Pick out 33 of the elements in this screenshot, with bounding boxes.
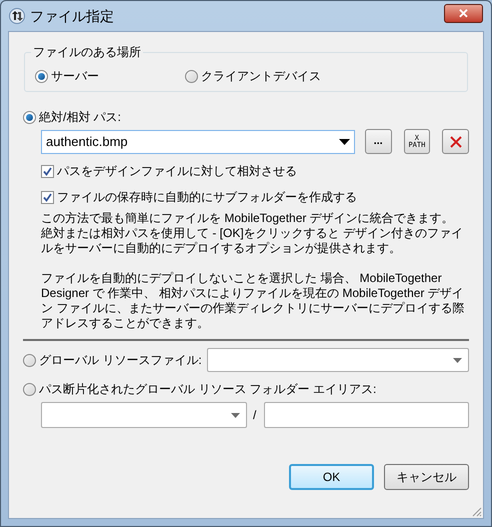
checkbox-label: パスをデザインファイルに対して相対させる [57,163,297,180]
browse-button[interactable]: ... [364,129,392,154]
radio-label: パス断片化されたグローバル リソース フォルダー エイリアス: [39,381,376,398]
resize-grip-icon [470,505,482,517]
close-icon [450,136,462,148]
radio-button[interactable] [23,382,36,396]
dropdown-arrow-icon [338,138,350,144]
description-text: この方法で最も簡単にファイルを MobileTogether デザインに統合できます。絶対または相対パスを使用して - [OK]をクリックすると デザイン付きのファイルをサーバーに自動的にデプロイするオプションが提供されます。 [40,211,464,256]
delete-button[interactable] [442,129,469,154]
checkbox[interactable] [41,164,54,178]
radio-button[interactable] [23,110,36,124]
checkbox[interactable] [41,190,54,204]
radio-label: グローバル リソースファイル: [39,352,202,369]
checkbox-label: ファイルの保存時に自動的にサブフォルダーを作成する [57,189,357,206]
alias-combo[interactable] [41,402,247,428]
window-title: ファイル指定 [30,6,114,26]
resource-combo[interactable] [206,348,469,372]
dropdown-arrow-icon [231,412,240,418]
path-combo[interactable]: authentic.bmp [41,130,355,154]
description-text: ファイルを自動的にデプロイしないことを選択した 場合、 MobileTogether Designer で 作業中、 相対パスによりファイルを現在の MobileTogether デザイン ファイルに、またサーバーの作業ディレクトリにサーバーにデプロイする際アドレスすることができます。 [40,271,466,331]
dropdown-arrow-icon [453,358,462,362]
ok-button[interactable]: OK [289,464,374,490]
radio-label: サーバー [51,68,99,85]
radio-button[interactable] [23,354,36,366]
subpath-field[interactable] [264,402,469,428]
cancel-button[interactable]: キャンセル [384,464,469,490]
radio-button[interactable] [185,70,198,82]
radio-button[interactable] [35,70,48,82]
path-separator: / [253,407,256,424]
radio-label: クライアントデバイス [201,68,321,85]
group-title: ファイルのある場所 [31,44,143,60]
radio-label: 絶対/相対 パス: [39,109,122,126]
app-icon [9,8,25,24]
